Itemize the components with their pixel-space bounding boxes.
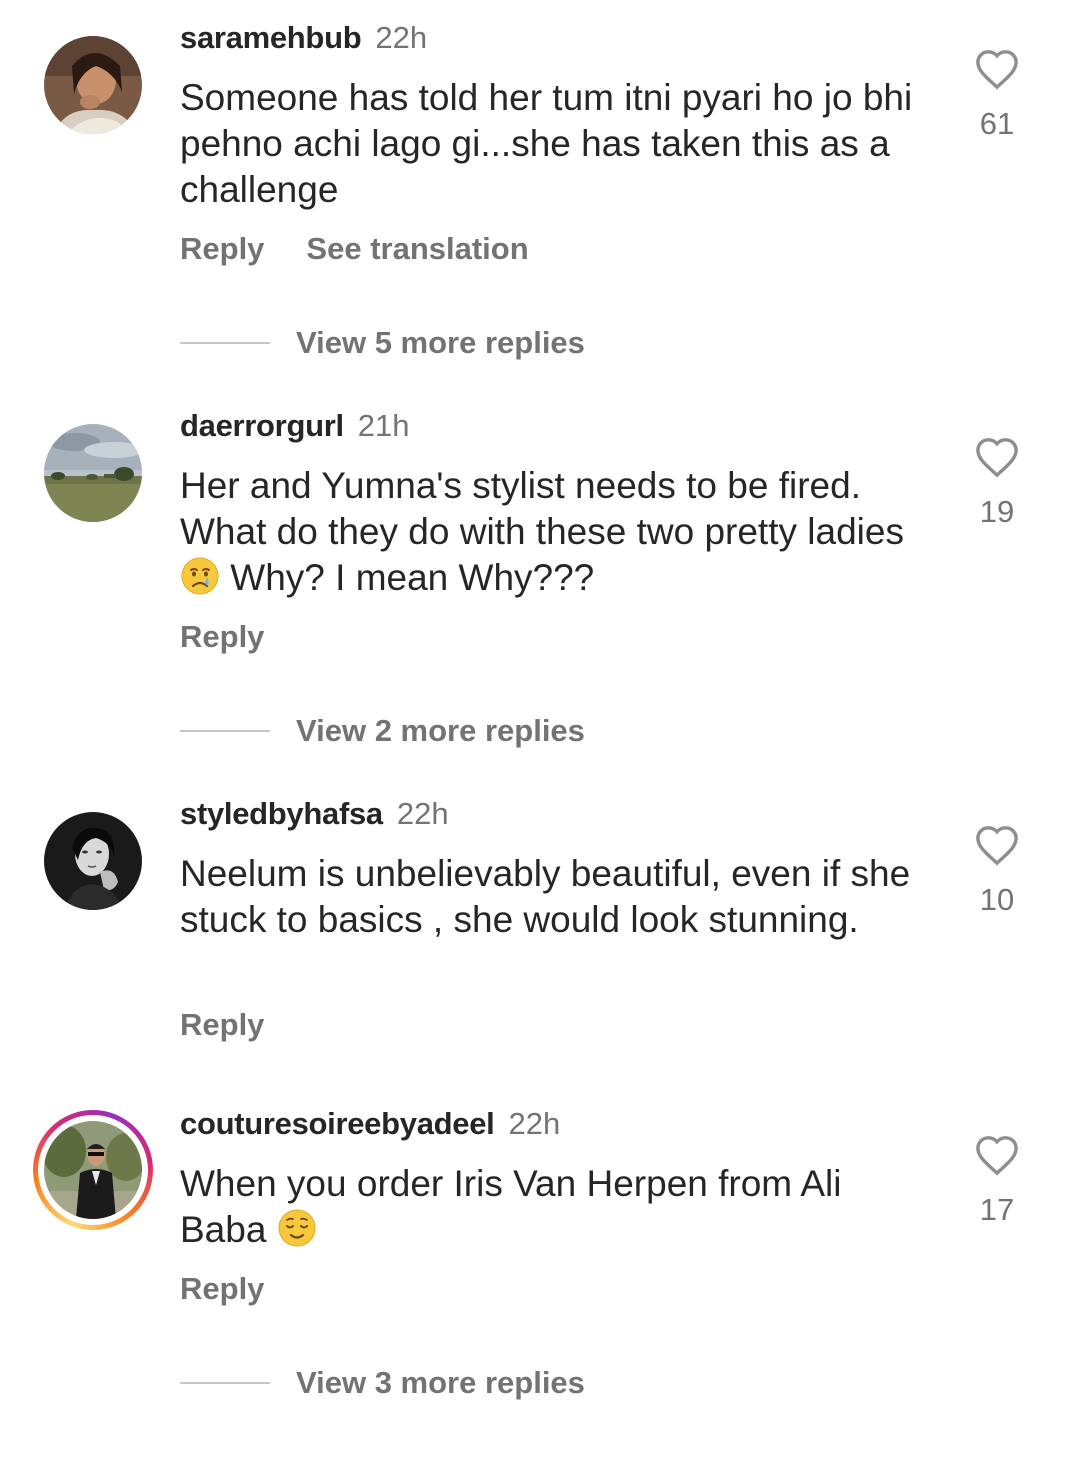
- like-control: 61: [960, 48, 1034, 144]
- like-count: 10: [979, 882, 1015, 917]
- story-ring[interactable]: [33, 1110, 153, 1230]
- like-count: 19: [979, 494, 1015, 529]
- comment-header: daerrorgurl 21h: [180, 406, 410, 446]
- view-more-replies[interactable]: View 2 more replies: [180, 711, 600, 751]
- monochrome-portrait-avatar-icon: [44, 812, 142, 910]
- timestamp: 21h: [357, 408, 410, 443]
- man-in-suit-avatar-icon: [44, 1121, 142, 1219]
- crying-face-emoji-icon: [181, 557, 219, 595]
- view-replies-label[interactable]: View 5 more replies: [296, 323, 585, 363]
- heart-icon[interactable]: [974, 48, 1020, 90]
- reply-button[interactable]: Reply: [180, 1271, 264, 1306]
- username[interactable]: saramehbub: [180, 20, 362, 55]
- comment-text: When you order Iris Van Herpen from Ali …: [180, 1161, 920, 1253]
- avatar: [44, 1121, 142, 1219]
- username[interactable]: daerrorgurl: [180, 408, 344, 443]
- comment-actions: Reply See translation: [180, 229, 571, 269]
- timestamp: 22h: [508, 1106, 561, 1141]
- replies-divider: [180, 730, 270, 732]
- like-count: 61: [979, 106, 1015, 141]
- comment-text-part: Why? I mean Why???: [220, 557, 595, 598]
- reply-button[interactable]: Reply: [180, 1007, 264, 1042]
- comment-text: Neelum is unbelievably beautiful, even i…: [180, 853, 911, 940]
- comment-actions: Reply: [180, 617, 306, 657]
- view-replies-label[interactable]: View 3 more replies: [296, 1363, 585, 1403]
- view-more-replies[interactable]: View 5 more replies: [180, 323, 600, 363]
- comment-text-part: Her and Yumna's stylist needs to be fire…: [180, 465, 904, 552]
- heart-icon[interactable]: [974, 824, 1020, 866]
- avatar[interactable]: [44, 36, 142, 134]
- see-translation-button[interactable]: See translation: [306, 231, 528, 266]
- comment-actions: Reply: [180, 1005, 306, 1045]
- woman-portrait-avatar-icon: [44, 36, 142, 134]
- timestamp: 22h: [375, 20, 428, 55]
- replies-divider: [180, 1382, 270, 1384]
- timestamp: 22h: [396, 796, 449, 831]
- like-control: 10: [960, 824, 1034, 920]
- comment-header: couturesoireebyadeel 22h: [180, 1104, 560, 1144]
- heart-icon[interactable]: [974, 1134, 1020, 1176]
- comment-header: saramehbub 22h: [180, 18, 427, 58]
- avatar[interactable]: [44, 424, 142, 522]
- relieved-face-emoji-icon: [278, 1209, 316, 1247]
- like-control: 17: [960, 1134, 1034, 1230]
- view-more-replies[interactable]: View 3 more replies: [180, 1363, 600, 1403]
- like-control: 19: [960, 436, 1034, 532]
- heart-icon[interactable]: [974, 436, 1020, 478]
- comment-header: styledbyhafsa 22h: [180, 794, 449, 834]
- comment-actions: Reply: [180, 1269, 306, 1309]
- comment-text: Her and Yumna's stylist needs to be fire…: [180, 463, 920, 601]
- replies-divider: [180, 342, 270, 344]
- like-count: 17: [979, 1192, 1015, 1227]
- username[interactable]: couturesoireebyadeel: [180, 1106, 495, 1141]
- landscape-field-avatar-icon: [44, 424, 142, 522]
- reply-button[interactable]: Reply: [180, 231, 264, 266]
- comment-text: Someone has told her tum itni pyari ho j…: [180, 77, 913, 210]
- view-replies-label[interactable]: View 2 more replies: [296, 711, 585, 751]
- reply-button[interactable]: Reply: [180, 619, 264, 654]
- username[interactable]: styledbyhafsa: [180, 796, 383, 831]
- avatar[interactable]: [44, 812, 142, 910]
